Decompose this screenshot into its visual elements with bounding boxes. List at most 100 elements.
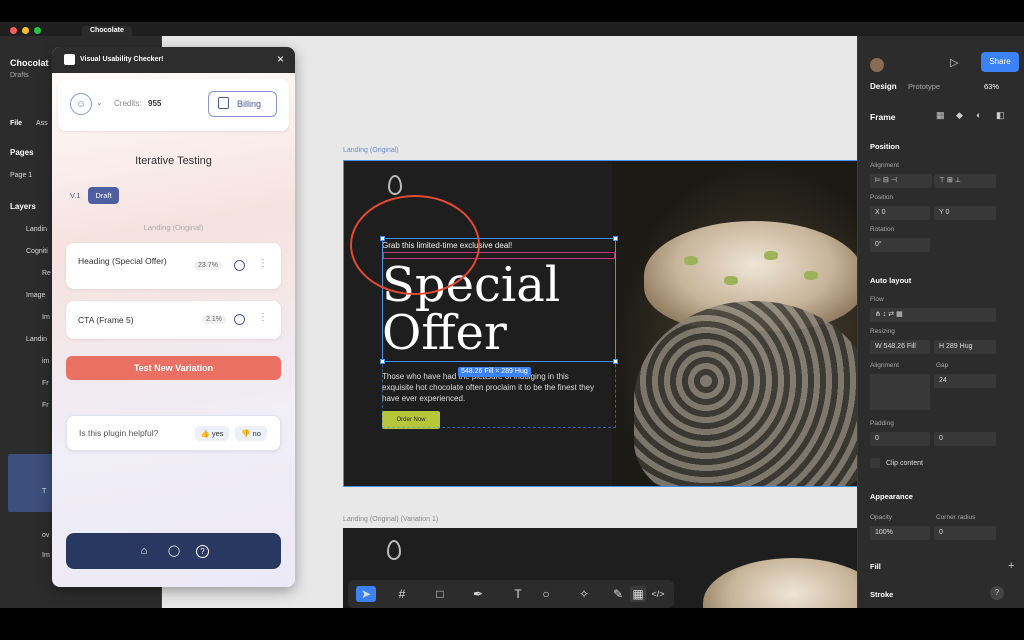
corner-radius-input[interactable]: 0 xyxy=(934,526,996,540)
padding-vertical-input[interactable]: 0 xyxy=(934,432,996,446)
target-icon[interactable] xyxy=(234,260,245,271)
layer-item[interactable]: Fr xyxy=(42,380,49,387)
share-button[interactable]: Share xyxy=(981,52,1019,72)
comment-tool-icon[interactable]: ○ xyxy=(538,586,554,602)
pen-tool-icon[interactable]: ✒ xyxy=(470,586,486,602)
frame-tool-icon[interactable]: # xyxy=(394,586,410,602)
layer-item[interactable]: Im xyxy=(42,314,50,321)
file-tab[interactable]: Chocolate xyxy=(82,26,132,36)
layer-item[interactable]: im xyxy=(42,358,49,365)
component-icon[interactable]: ◆ xyxy=(956,110,963,121)
resize-handle[interactable] xyxy=(380,359,385,364)
height-mode[interactable]: Hug xyxy=(960,343,973,350)
project-name[interactable]: Drafts xyxy=(10,72,29,79)
window-zoom-dot[interactable] xyxy=(34,27,41,34)
stroke-heading[interactable]: Stroke xyxy=(870,590,893,599)
tab-file[interactable]: File xyxy=(10,120,22,127)
height-value: H 289 xyxy=(939,343,958,350)
user-icon[interactable]: ☺ xyxy=(70,93,92,115)
annotation-circle xyxy=(350,195,480,295)
chevron-down-icon[interactable]: ⌄ xyxy=(96,98,103,107)
help-icon[interactable]: ? xyxy=(990,586,1004,600)
resize-handle[interactable] xyxy=(613,236,618,241)
help-icon[interactable]: ? xyxy=(196,545,209,558)
move-tool-icon[interactable]: ➤ xyxy=(356,586,376,602)
result-item[interactable]: CTA (Frame 5) 2.1% ⋮ xyxy=(66,301,281,339)
text-tool-icon[interactable]: T xyxy=(510,586,526,602)
yes-button[interactable]: 👍 yes xyxy=(195,426,229,441)
width-mode[interactable]: Fill xyxy=(907,343,916,350)
align-horizontal-group[interactable]: ⊨ ⊟ ⊣ xyxy=(870,174,932,188)
frame-heading[interactable]: Frame xyxy=(870,112,896,122)
resize-handle[interactable] xyxy=(613,359,618,364)
pistachio-garnish xyxy=(724,276,738,285)
frame-label[interactable]: Landing (Original) xyxy=(343,147,399,154)
layer-item[interactable]: Landin xyxy=(26,226,47,233)
y-input[interactable]: Y 0 xyxy=(934,206,996,220)
layer-item[interactable]: Image xyxy=(26,292,45,299)
layer-item[interactable]: Fr xyxy=(42,402,49,409)
x-input[interactable]: X 0 xyxy=(870,206,930,220)
position-sub-label: Position xyxy=(870,194,894,201)
alignment-grid[interactable] xyxy=(870,374,930,410)
layer-item[interactable]: ov xyxy=(42,532,49,539)
app-tab-bar xyxy=(0,22,1024,36)
actions-tool-icon[interactable]: ✧ xyxy=(576,586,592,602)
test-variation-button[interactable]: Test New Variation xyxy=(66,356,281,380)
file-name[interactable]: Chocolat xyxy=(10,58,49,68)
result-percentage: 2.1% xyxy=(202,315,226,324)
component-icon[interactable]: ▦ xyxy=(630,586,646,602)
tab-assets[interactable]: Ass xyxy=(36,120,48,127)
shape-tool-icon[interactable]: □ xyxy=(432,586,448,602)
zoom-level[interactable]: 63% xyxy=(984,82,999,91)
tab-prototype[interactable]: Prototype xyxy=(908,82,940,91)
height-input[interactable]: H 289 Hug xyxy=(934,340,996,354)
window-minimize-dot[interactable] xyxy=(22,27,29,34)
more-options-icon[interactable]: ⋮ xyxy=(258,312,268,323)
draft-tab[interactable]: Draft xyxy=(88,187,119,204)
result-item[interactable]: Heading (Special Offer) 23.7% ⋮ xyxy=(66,243,281,289)
home-icon[interactable]: ⌂ xyxy=(136,543,152,559)
width-input[interactable]: W 548.26 Fill xyxy=(870,340,930,354)
dev-mode-icon[interactable]: ✎ xyxy=(610,586,626,602)
alignment2-label: Alignment xyxy=(870,362,899,369)
more-options-icon[interactable]: ⋮ xyxy=(258,258,268,269)
boolean-icon[interactable]: ◧ xyxy=(996,110,1005,121)
layer-item[interactable]: Im xyxy=(42,552,50,559)
target-icon[interactable] xyxy=(234,314,245,325)
version-tab[interactable]: V.1 xyxy=(70,191,81,200)
grid-icon[interactable]: ▦ xyxy=(936,110,945,121)
bottom-toolbar: ➤ # □ ✒ T ○ ✧ ✎ ▦ </> xyxy=(348,580,674,608)
width-value: W 548.26 xyxy=(875,343,905,350)
fill-heading[interactable]: Fill xyxy=(870,562,881,571)
mask-icon[interactable]: ◐ xyxy=(976,110,981,120)
align-vertical-group[interactable]: ⊤ ⊞ ⊥ xyxy=(934,174,996,188)
layer-item[interactable]: Landin xyxy=(26,336,47,343)
window-close-dot[interactable] xyxy=(10,27,17,34)
flow-direction-group[interactable]: ⋔ ↕ ⇄ ▦ xyxy=(870,308,996,322)
clip-content-checkbox[interactable] xyxy=(870,458,880,468)
tab-design[interactable]: Design xyxy=(870,82,897,91)
chat-icon[interactable]: ◯ xyxy=(166,543,182,559)
close-icon[interactable]: × xyxy=(277,52,284,66)
avatar[interactable] xyxy=(870,58,884,72)
opacity-input[interactable]: 100% xyxy=(870,526,930,540)
position-heading: Position xyxy=(870,142,900,151)
add-fill-icon[interactable]: + xyxy=(1008,560,1014,572)
layer-item[interactable]: Re xyxy=(42,270,51,277)
play-icon[interactable]: ▷ xyxy=(950,56,958,69)
layer-item[interactable]: T xyxy=(42,488,46,495)
padding-horizontal-input[interactable]: 0 xyxy=(870,432,930,446)
billing-label: Billing xyxy=(237,99,262,109)
gap-input[interactable]: 24 xyxy=(934,374,996,388)
rotation-label: Rotation xyxy=(870,226,895,233)
frame-label[interactable]: Landing (Original) (Variation 1) xyxy=(343,516,438,523)
code-icon[interactable]: </> xyxy=(650,586,666,602)
yes-label: yes xyxy=(211,429,224,438)
rotation-input[interactable]: 0° xyxy=(870,238,930,252)
result-percentage: 23.7% xyxy=(194,261,222,270)
page-item[interactable]: Page 1 xyxy=(10,172,32,179)
no-button[interactable]: 👎 no xyxy=(235,426,267,441)
clip-content-label[interactable]: Clip content xyxy=(886,460,923,467)
layer-item[interactable]: Cogniti xyxy=(26,248,48,255)
